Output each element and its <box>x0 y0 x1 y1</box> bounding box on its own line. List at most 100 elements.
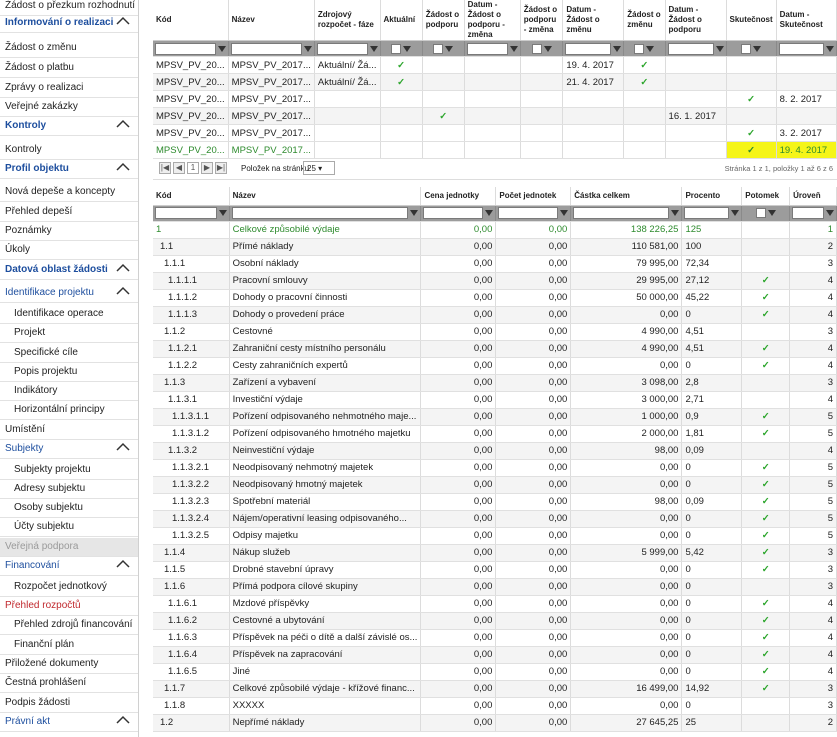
column-header[interactable]: Kód <box>153 187 230 206</box>
sidebar-item[interactable]: Popis projektu <box>0 363 138 382</box>
filter-input[interactable] <box>573 207 670 219</box>
table-row[interactable]: 1.1.3.1 Investiční výdaje 0,00 0,00 3 000,00… <box>153 391 837 409</box>
sidebar-item[interactable]: Veřejné zakázky <box>0 98 138 117</box>
filter-icon[interactable] <box>509 45 518 52</box>
chevron-up-icon[interactable] <box>115 285 131 297</box>
filter-checkbox[interactable] <box>755 208 766 218</box>
sidebar-item[interactable]: Přehled zdrojů financování <box>0 616 138 635</box>
table-row[interactable]: 1.1.6.3 Příspěvek na péči o dítě a další … <box>153 629 837 647</box>
filter-icon[interactable] <box>485 210 494 216</box>
column-header[interactable]: Úroveň <box>789 187 837 206</box>
sidebar-item[interactable]: Žádost o platbu <box>0 59 138 78</box>
sidebar-item[interactable]: Podpis žádosti <box>0 694 138 713</box>
chevron-up-icon[interactable] <box>115 558 131 570</box>
filter-input[interactable] <box>316 42 368 55</box>
filter-icon[interactable] <box>646 45 655 52</box>
sidebar-item[interactable]: Kontroly <box>0 141 138 160</box>
sidebar-item[interactable]: Zprávy o realizaci <box>0 79 138 98</box>
sidebar-item[interactable]: Umístění <box>0 421 138 440</box>
sidebar-item[interactable]: Identifikace operace <box>0 305 138 324</box>
column-header[interactable]: Potomek <box>741 187 791 206</box>
table-row[interactable]: 1.1.4 Nákup služeb 0,00 0,00 5 999,00 5,42 ✓ 3 <box>153 544 837 562</box>
filter-input[interactable] <box>155 42 216 55</box>
chevron-up-icon[interactable] <box>115 262 131 274</box>
table-row[interactable]: 1.1.3.2.3 Spotřební materiál 0,00 0,00 98,00… <box>153 493 837 511</box>
chevron-up-icon[interactable] <box>115 15 131 27</box>
sidebar-item[interactable]: Specifické cíle <box>0 344 138 363</box>
table-row[interactable]: 1.1.5 Drobné stavební úpravy 0,00 0,00 0,00 0… <box>153 561 837 579</box>
per-page-select[interactable]: 25 ▾ <box>303 161 335 175</box>
filter-icon[interactable] <box>403 45 412 52</box>
table-row[interactable]: 1.1.2.1 Zahraniční cesty místního personá… <box>153 340 837 358</box>
table-row[interactable]: 1.1.6.1 Mzdové příspěvky 0,00 0,00 0,00 0 ✓ 4 <box>153 595 837 613</box>
filter-input[interactable] <box>792 207 824 219</box>
chevron-up-icon[interactable] <box>115 161 131 173</box>
table-row[interactable]: 1.1.6.4 Příspěvek na zapracování 0,00 0,00 0… <box>153 646 837 664</box>
sidebar-item[interactable]: Horizontální principy <box>0 401 138 420</box>
table-row[interactable]: 1.1.3.1.2 Pořízení odpisovaného hmotného … <box>153 425 837 443</box>
sidebar-item[interactable]: Identifikace projektu <box>0 284 138 303</box>
filter-input[interactable] <box>684 207 730 219</box>
sidebar-item[interactable]: Čestná prohlášení <box>0 674 138 693</box>
table-row[interactable]: 1.1.7 Celkové způsobilé výdaje - křížové … <box>153 680 837 698</box>
table-row[interactable]: MPSV_PV_20... MPSV_PV_2017... ✓ 3. 2. 2017 <box>153 124 837 142</box>
filter-input[interactable] <box>778 42 824 55</box>
table-row[interactable]: 1.1.3.1.1 Pořízení odpisovaného nehmotnéh… <box>153 408 837 426</box>
filter-checkbox[interactable] <box>531 43 542 54</box>
first-page-button[interactable]: |◀ <box>159 162 171 174</box>
sidebar-item[interactable]: Nová depeše a koncepty <box>0 183 138 202</box>
table-row[interactable]: 1.1.3 Zařízení a vybavení 0,00 0,00 3 098,00… <box>153 374 837 392</box>
sidebar-item[interactable]: Projekt <box>0 324 138 343</box>
sidebar-item[interactable]: Účty subjektu <box>0 518 138 537</box>
table-row[interactable]: 1.1.6.5 Jiné 0,00 0,00 0,00 0 ✓ 4 <box>153 663 837 681</box>
chevron-up-icon[interactable] <box>115 714 131 726</box>
filter-icon[interactable] <box>303 45 312 52</box>
sidebar-item[interactable]: Poznámky <box>0 222 138 241</box>
sidebar-item[interactable]: Datová oblast žádosti <box>0 261 138 280</box>
column-header[interactable]: Žádost o podporu - změna <box>520 0 564 41</box>
filter-icon[interactable] <box>753 45 762 52</box>
chevron-up-icon[interactable] <box>115 118 131 130</box>
filter-icon[interactable] <box>731 210 740 216</box>
column-header[interactable]: Kód <box>153 0 229 41</box>
table-row[interactable]: 1.1.1.3 Dohody o provedení práce 0,00 0,00 0… <box>153 306 837 324</box>
column-header[interactable]: Název <box>228 0 315 41</box>
table-row[interactable]: 1.1.6 Přímá podpora cílové skupiny 0,00 0,0… <box>153 578 837 596</box>
sidebar-item[interactable]: Přehled rozpočtů <box>0 597 138 616</box>
filter-input[interactable] <box>231 207 409 219</box>
chevron-up-icon[interactable] <box>115 441 131 453</box>
table-row[interactable]: 1.1 Přímé náklady 0,00 0,00 110 581,00 100 2 <box>153 238 837 256</box>
table-row[interactable]: 1.1.3.2 Neinvestiční výdaje 0,00 0,00 98,00 0… <box>153 442 837 460</box>
sidebar-item[interactable]: Rozpočet jednotkový <box>0 578 138 597</box>
sidebar-item[interactable]: Přehled depeší <box>0 203 138 222</box>
filter-icon[interactable] <box>369 45 378 52</box>
sidebar-item[interactable]: Adresy subjektu <box>0 480 138 499</box>
table-row[interactable]: MPSV_PV_20... MPSV_PV_2017... ✓ 19. 4. 2017 <box>153 141 837 159</box>
filter-input[interactable] <box>565 42 612 55</box>
filter-icon[interactable] <box>218 210 227 216</box>
table-row[interactable]: 1.1.3.2.2 Neodpisovaný hmotný majetek 0,00… <box>153 476 837 494</box>
table-row[interactable]: 1.1.1.2 Dohody o pracovní činnosti 0,00 0,0… <box>153 289 837 307</box>
current-page[interactable]: 1 <box>187 162 199 174</box>
filter-checkbox[interactable] <box>433 43 444 54</box>
sidebar-item[interactable]: Profil objektu <box>0 160 138 179</box>
filter-checkbox[interactable] <box>741 43 752 54</box>
filter-input[interactable] <box>155 207 217 219</box>
table-row[interactable]: 1.1.1.1 Pracovní smlouvy 0,00 0,00 29 995,00… <box>153 272 837 290</box>
sidebar-item[interactable]: Úkoly <box>0 241 138 260</box>
table-row[interactable]: 1.1.8 XXXXX 0,00 0,00 0,00 0 3 <box>153 697 837 715</box>
filter-input[interactable] <box>423 207 484 219</box>
filter-icon[interactable] <box>410 210 419 216</box>
sidebar-item[interactable]: Přiložené dokumenty <box>0 655 138 674</box>
table-row[interactable]: 1.1.1 Osobní náklady 0,00 0,00 79 995,00 72,3… <box>153 255 837 273</box>
last-page-button[interactable]: ▶| <box>215 162 227 174</box>
table-row[interactable]: MPSV_PV_20... MPSV_PV_2017... ✓ 8. 2. 2017 <box>153 90 837 108</box>
column-header[interactable]: Počet jednotek <box>495 187 572 206</box>
column-header[interactable]: Datum - Žádost o podporu - změna <box>464 0 521 41</box>
sidebar-item[interactable]: Žádost o změnu <box>0 39 138 58</box>
filter-icon[interactable] <box>560 210 569 216</box>
sidebar-item[interactable]: Finanční plán <box>0 636 138 655</box>
column-header[interactable]: Žádost o podporu <box>422 0 465 41</box>
column-header[interactable]: Skutečnost <box>726 0 777 41</box>
prev-page-button[interactable]: ◀ <box>173 162 185 174</box>
